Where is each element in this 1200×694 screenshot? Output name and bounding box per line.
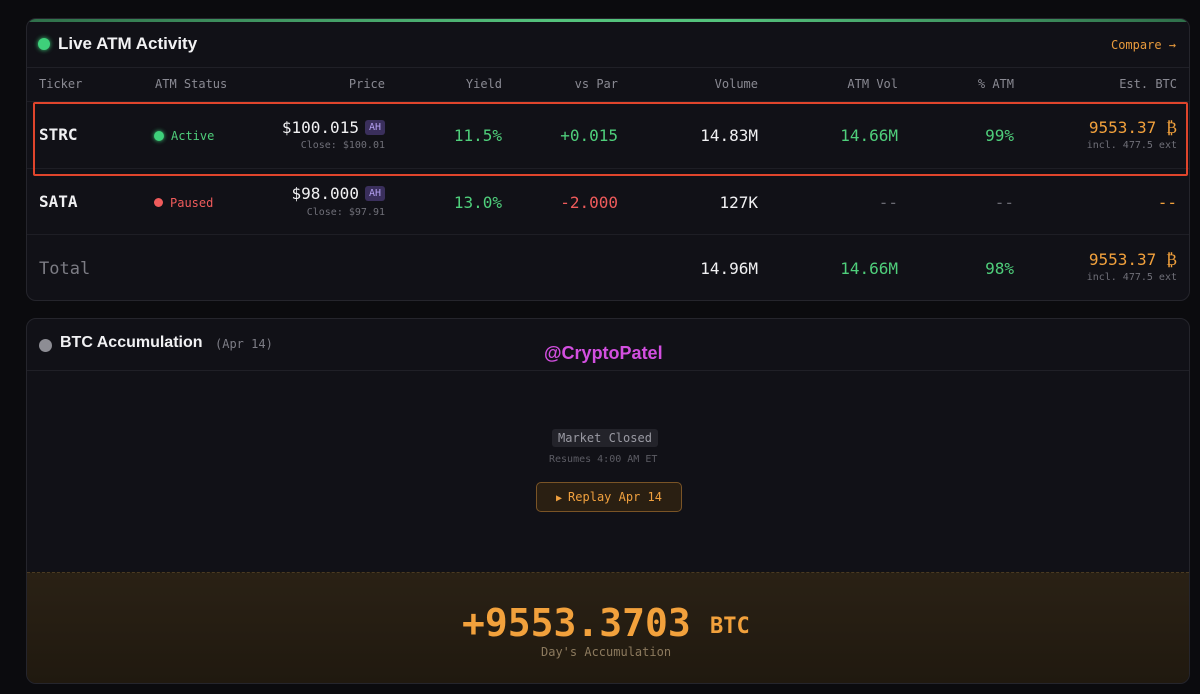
col-header-vs-par[interactable]: vs Par [575,77,618,91]
ticker-cell: SATA [39,192,78,211]
header-divider [27,370,1189,371]
market-status-badge: Market Closed [552,429,658,447]
row-divider [27,234,1189,235]
total-est-btc: 9553.37 ₿ [1088,250,1177,269]
col-header-atm-status[interactable]: ATM Status [155,77,227,91]
paused-status-icon [154,198,163,208]
pct-atm-cell: -- [994,193,1014,212]
live-status-icon [38,38,50,50]
total-label: Total [39,259,91,279]
price-cell: $98.000 AH [292,184,385,203]
total-pct-atm: 98% [985,259,1014,278]
replay-label: Replay Apr 14 [568,490,662,504]
est-btc-cell: -- [1157,193,1177,212]
accumulation-unit: BTC [710,614,750,639]
close-price: Close: $97.91 [306,207,385,218]
status-indicator-icon [39,339,52,352]
card-header: Live ATM Activity Compare → [27,22,1189,68]
total-volume: 14.96M [700,259,758,278]
total-est-btc-sub: incl. 477.5 ext [1086,272,1177,283]
col-header-ticker[interactable]: Ticker [39,77,82,91]
compare-link[interactable]: Compare → [1111,38,1176,52]
status-cell: Paused [154,194,213,212]
accumulation-title: BTC Accumulation [60,334,203,351]
status-label: Paused [170,195,214,210]
accumulation-date: (Apr 14) [215,337,273,351]
replay-button[interactable]: ▶ Replay Apr 14 [536,482,682,512]
col-header-atm-vol[interactable]: ATM Vol [847,77,898,91]
yield-cell: 13.0% [453,193,502,212]
price-value: $98.000 [291,184,359,203]
col-header-yield[interactable]: Yield [466,77,502,91]
accumulation-label: Day's Accumulation [541,645,672,659]
after-hours-badge: AH [364,186,385,201]
total-atm-vol: 14.66M [840,259,898,278]
vs-par-cell: -2.000 [560,193,618,212]
col-header-est-btc[interactable]: Est. BTC [1119,77,1177,91]
atm-vol-cell: -- [878,193,898,212]
play-icon: ▶ [556,493,563,504]
card-title: Live ATM Activity [58,34,198,53]
accumulation-value: +9553.3703 [462,601,691,645]
resumes-text: Resumes 4:00 AM ET [549,454,658,465]
accumulation-summary: +9553.3703 BTC Day's Accumulation [27,572,1189,683]
col-header-price[interactable]: Price [349,77,385,91]
watermark: @CryptoPatel [544,343,663,363]
highlight-annotation [33,102,1188,176]
col-header-pct-atm[interactable]: % ATM [978,77,1014,91]
col-header-volume[interactable]: Volume [715,77,758,91]
volume-cell: 127K [719,193,758,212]
btc-accumulation-card: BTC Accumulation (Apr 14) @CryptoPatel M… [26,318,1190,684]
